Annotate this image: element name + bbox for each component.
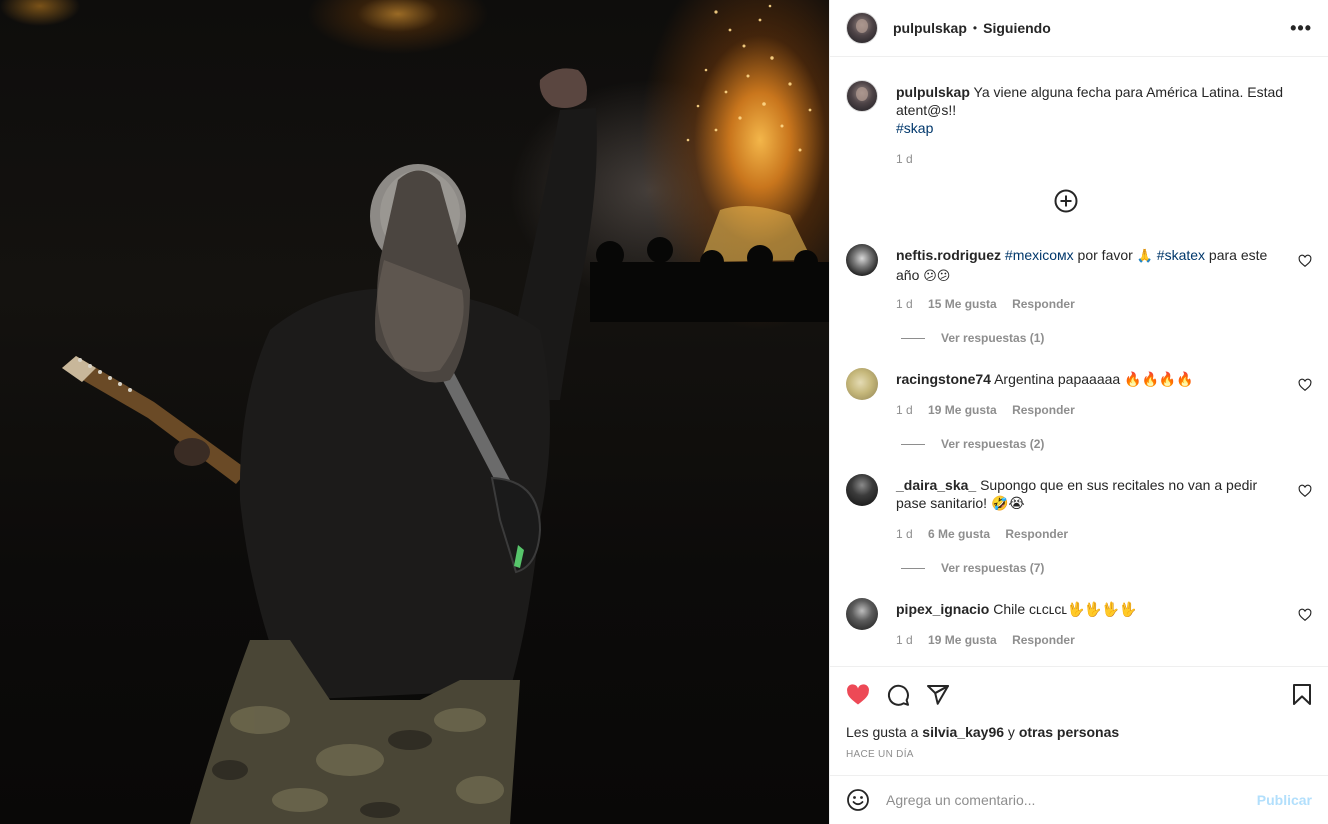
comment-text: Argentina papaaaaa 🔥🔥🔥🔥 [994, 371, 1194, 387]
comment-item: _daira_ska_ Supongo que en sus recitales… [846, 474, 1312, 575]
post-actions: Les gusta a silvia_kay96 y otras persona… [830, 666, 1328, 775]
likes-summary: Les gusta a silvia_kay96 y otras persona… [846, 724, 1119, 740]
comment-meta: 1 d 19 Me gusta Responder [896, 403, 1087, 417]
comment-hashtag[interactable]: #mexicoмx [1005, 247, 1074, 263]
comment-time: 1 d [896, 403, 913, 417]
like-comment-heart-icon[interactable] [1298, 254, 1312, 268]
like-comment-heart-icon[interactable] [1298, 608, 1312, 622]
post-side-panel: pulpulskap • Siguiendo ••• pulpulskap Ya… [829, 0, 1328, 824]
comment-item: neftis.rodriguez #mexicoмx por favor 🙏 #… [846, 244, 1312, 345]
publish-button[interactable]: Publicar [1257, 792, 1312, 808]
post-timestamp[interactable]: Hace un día [846, 749, 914, 760]
author-avatar[interactable] [846, 12, 878, 44]
comment-time: 1 d [896, 297, 913, 311]
comment-likes[interactable]: 15 Me gusta [928, 297, 997, 311]
caption-meta: 1 d [896, 152, 925, 166]
view-replies-button[interactable]: Ver respuestas (7) [901, 561, 1044, 575]
commenter-avatar[interactable] [846, 474, 878, 506]
comment-likes[interactable]: 19 Me gusta [928, 633, 997, 647]
comment-meta: 1 d 19 Me gusta Responder [896, 633, 1087, 647]
post-photo [0, 0, 829, 824]
comment-likes[interactable]: 19 Me gusta [928, 403, 997, 417]
caption-author-username[interactable]: pulpulskap [896, 84, 970, 100]
comment-item: racingstone74 Argentina papaaaaa 🔥🔥🔥🔥 1 … [846, 368, 1312, 468]
comment-meta: 1 d 15 Me gusta Responder [896, 297, 1087, 311]
commenter-username[interactable]: pipex_ignacio [896, 601, 989, 617]
caption-block: pulpulskap Ya viene alguna fecha para Am… [846, 80, 1312, 190]
comment-item: pipex_ignacio Chile ᴄʟᴄʟᴄʟ🖖🖖🖖🖖 1 d 19 Me… [846, 598, 1312, 658]
comments-scroll[interactable]: pulpulskap Ya viene alguna fecha para Am… [830, 58, 1328, 666]
more-options-icon[interactable]: ••• [1290, 18, 1312, 39]
commenter-avatar[interactable] [846, 598, 878, 630]
comment-likes[interactable]: 6 Me gusta [928, 527, 990, 541]
liker-username[interactable]: silvia_kay96 [922, 724, 1004, 740]
emoji-smile-icon[interactable] [846, 788, 870, 812]
share-icon[interactable] [926, 683, 950, 707]
like-comment-heart-icon[interactable] [1298, 378, 1312, 392]
likes-prefix: Les gusta a [846, 724, 923, 740]
commenter-avatar[interactable] [846, 368, 878, 400]
comment-emoji: 🙏 [1136, 249, 1153, 264]
commenter-username[interactable]: neftis.rodriguez [896, 247, 1001, 263]
view-replies-button[interactable]: Ver respuestas (2) [901, 437, 1044, 451]
comment-text: Chile ᴄʟᴄʟᴄʟ🖖🖖🖖🖖 [993, 601, 1137, 617]
comment-time: 1 d [896, 527, 913, 541]
header-separator: • [972, 21, 978, 35]
view-replies-button[interactable]: Ver respuestas (1) [901, 331, 1044, 345]
comment-time: 1 d [896, 633, 913, 647]
comment-composer: Publicar [830, 775, 1328, 824]
comment-reply-button[interactable]: Responder [1012, 633, 1075, 647]
comment-text: por favor [1073, 247, 1137, 263]
post-header: pulpulskap • Siguiendo ••• [830, 0, 1328, 57]
comment-reply-button[interactable]: Responder [1012, 297, 1075, 311]
commenter-username[interactable]: racingstone74 [896, 371, 991, 387]
caption-author-avatar[interactable] [846, 80, 878, 112]
likes-middle: y [1004, 724, 1019, 740]
author-username[interactable]: pulpulskap [893, 20, 967, 36]
caption-hashtag[interactable]: #skap [896, 120, 933, 136]
comment-input[interactable] [886, 792, 1257, 808]
plus-circle-icon[interactable] [1054, 189, 1078, 213]
comment-hashtag[interactable]: #skatex [1157, 247, 1205, 263]
comment-reply-button[interactable]: Responder [1012, 403, 1075, 417]
heart-filled-icon[interactable] [846, 683, 870, 707]
comment-icon[interactable] [886, 683, 910, 707]
commenter-username[interactable]: _daira_ska_ [896, 477, 976, 493]
caption-time: 1 d [896, 152, 913, 166]
other-likers-link[interactable]: otras personas [1019, 724, 1119, 740]
commenter-avatar[interactable] [846, 244, 878, 276]
bookmark-icon[interactable] [1290, 683, 1314, 707]
comment-meta: 1 d 6 Me gusta Responder [896, 527, 1080, 541]
comment-emoji: 😕😕 [923, 269, 951, 284]
comment-reply-button[interactable]: Responder [1005, 527, 1068, 541]
concert-photo-illustration [62, 4, 829, 824]
like-comment-heart-icon[interactable] [1298, 484, 1312, 498]
follow-status-button[interactable]: Siguiendo [983, 20, 1051, 36]
